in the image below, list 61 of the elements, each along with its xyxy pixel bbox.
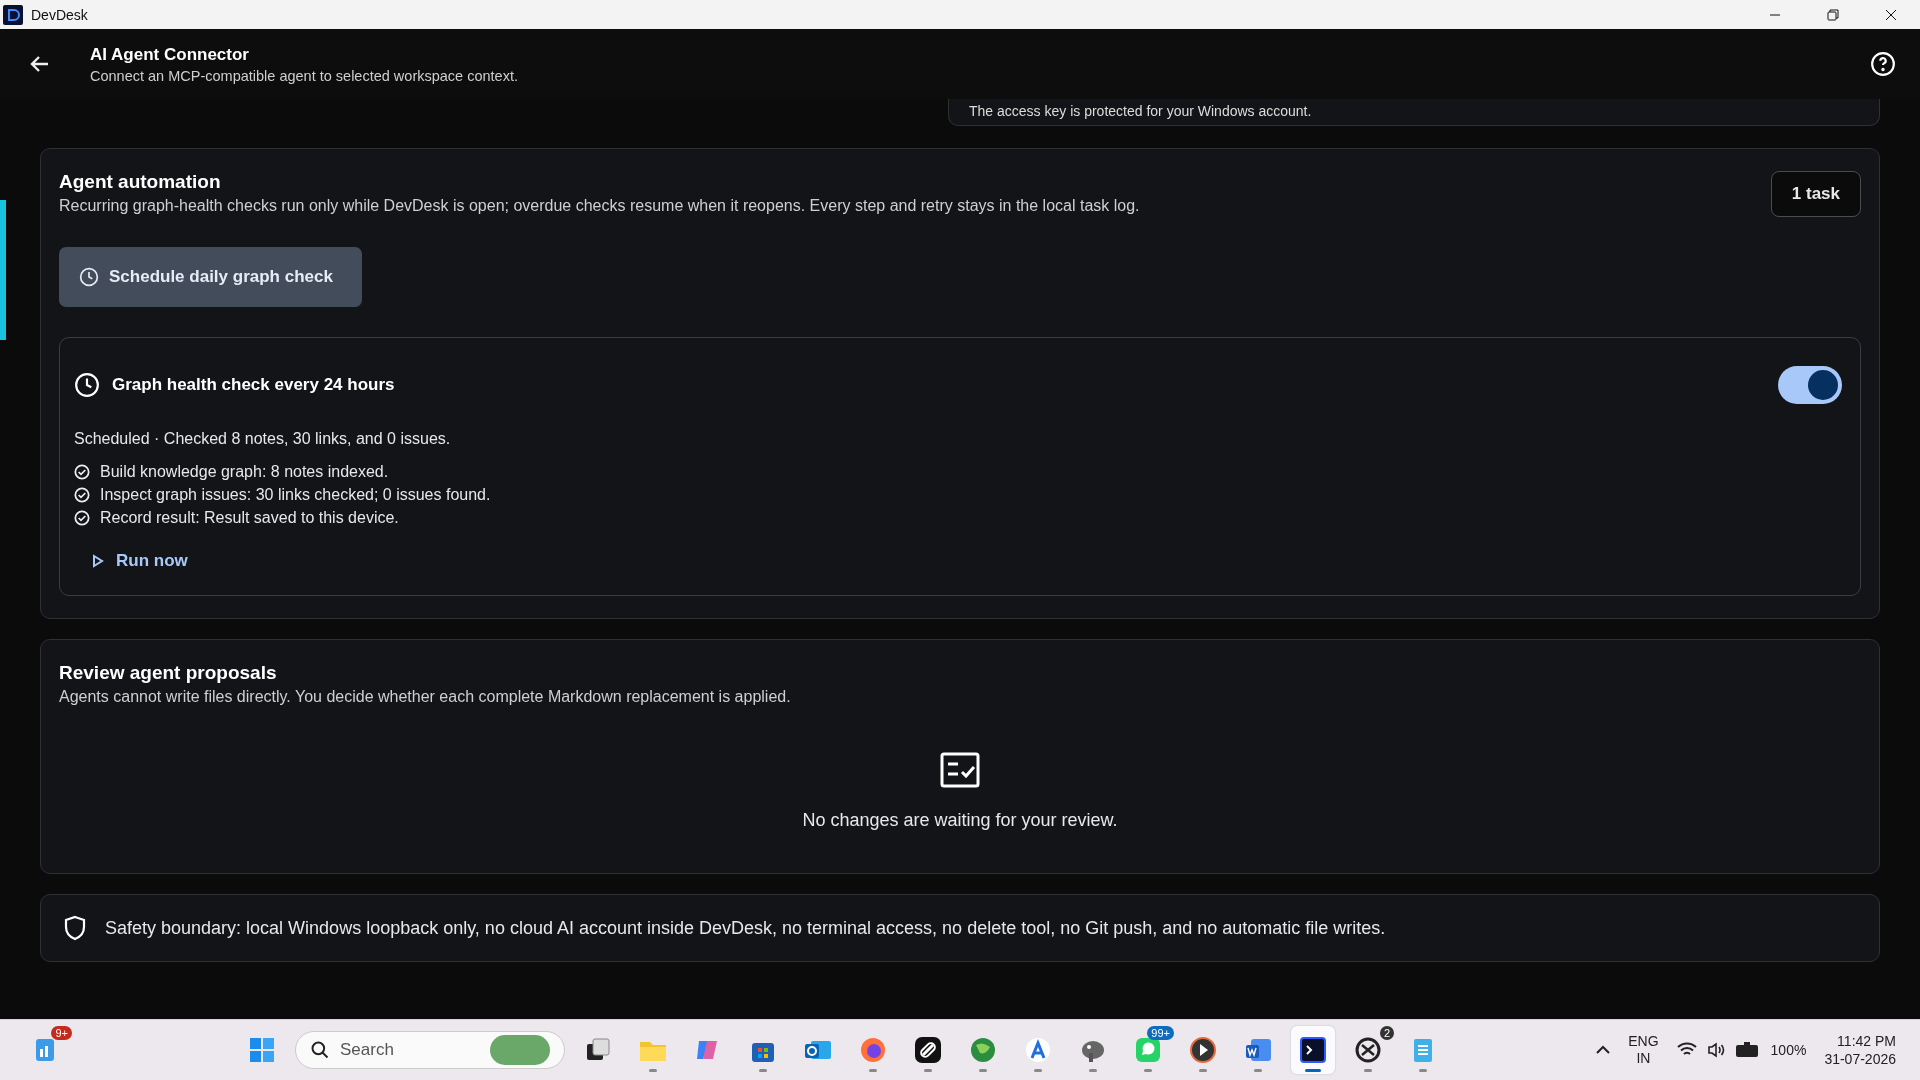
- task-title: Graph health check every 24 hours: [112, 375, 395, 395]
- running-indicator: [1305, 1069, 1321, 1072]
- running-indicator: [1364, 1069, 1372, 1072]
- running-indicator: [649, 1069, 657, 1072]
- speaker-icon[interactable]: [1706, 1042, 1725, 1058]
- section-title: Review agent proposals: [59, 662, 278, 684]
- run-now-button[interactable]: Run now: [92, 547, 188, 575]
- section-description: Recurring graph-health checks run only while DevDesk is open; overdue checks resume when it reopens. Every step and retry stays in the local task log.: [59, 197, 1141, 215]
- windows-logo-icon: [247, 1035, 277, 1065]
- running-indicator: [1419, 1069, 1427, 1072]
- chevron-up-icon[interactable]: [1596, 1045, 1611, 1055]
- clock-display[interactable]: 11:42 PM 31-07-2026: [1824, 1031, 1896, 1069]
- battery-icon[interactable]: [1734, 1042, 1761, 1058]
- step-text: Build knowledge graph: 8 notes indexed.: [100, 462, 389, 481]
- task-summary: Scheduled · Checked 8 notes, 30 links, and 0 issues.: [74, 430, 452, 448]
- letter-a-icon: [1023, 1035, 1053, 1065]
- running-indicator: [924, 1069, 932, 1072]
- taskbar-app[interactable]: [1291, 1026, 1335, 1074]
- page-subtitle: Connect an MCP-compatible agent to selected workspace context.: [90, 67, 519, 84]
- play-icon: [92, 554, 104, 568]
- empty-state-message: No changes are waiting for your review.: [802, 810, 1118, 831]
- running-indicator: [1199, 1069, 1207, 1072]
- notification-badge: 99+: [1147, 1026, 1174, 1040]
- access-key-note: The access key is protected for your Windows account.: [948, 99, 1880, 126]
- battery-percentage: 100%: [1770, 1042, 1807, 1058]
- schedule-button[interactable]: Schedule daily graph check: [59, 247, 362, 307]
- safety-text: Safety boundary: local Windows loopback only, no cloud AI account inside DevDesk, no terminal access, no delete tool, no Git push, and no automatic file writes.: [105, 917, 1386, 939]
- clock-icon: [79, 267, 99, 287]
- running-indicator: [1254, 1069, 1262, 1072]
- globe-icon: [968, 1035, 998, 1065]
- running-indicator: [759, 1069, 767, 1072]
- notification-badge: 2: [1379, 1026, 1394, 1040]
- running-indicator: [979, 1069, 987, 1072]
- step-text: Inspect graph issues: 30 links checked; 0 issues found.: [100, 485, 491, 504]
- running-indicator: [1089, 1069, 1097, 1072]
- help-icon: [1870, 51, 1896, 77]
- search-icon: [310, 1040, 330, 1060]
- terminal-window-icon: [1298, 1035, 1328, 1065]
- running-indicator: [1034, 1069, 1042, 1072]
- chat-bubble-icon: [1133, 1035, 1163, 1065]
- play-button-icon: [1188, 1035, 1218, 1065]
- shield-icon: [63, 915, 87, 941]
- step-text: Record result: Result saved to this device.: [100, 508, 399, 527]
- running-indicator: [869, 1069, 877, 1072]
- section-description: Agents cannot write files directly. You decide whether each complete Markdown replacement is applied.: [59, 688, 792, 706]
- checklist-icon: [940, 752, 980, 788]
- window-title: DevDesk: [31, 6, 89, 23]
- task-count-badge: 1 task: [1770, 171, 1861, 217]
- toggle-switch[interactable]: [1778, 366, 1842, 404]
- running-indicator: [1144, 1069, 1152, 1072]
- section-title: Agent automation: [59, 171, 222, 193]
- app-logo-icon: [3, 4, 23, 25]
- restore-icon: [1827, 8, 1839, 21]
- help-button[interactable]: [1870, 51, 1896, 77]
- chain-link-icon: [913, 1035, 943, 1065]
- notification-badge: 9+: [51, 1026, 72, 1040]
- close-icon: [1885, 8, 1897, 21]
- clock-icon: [74, 372, 100, 398]
- language-indicator[interactable]: ENG IN: [1628, 1032, 1659, 1068]
- page-title: AI Agent Connector: [90, 44, 250, 65]
- search-field[interactable]: Search: [295, 1031, 565, 1069]
